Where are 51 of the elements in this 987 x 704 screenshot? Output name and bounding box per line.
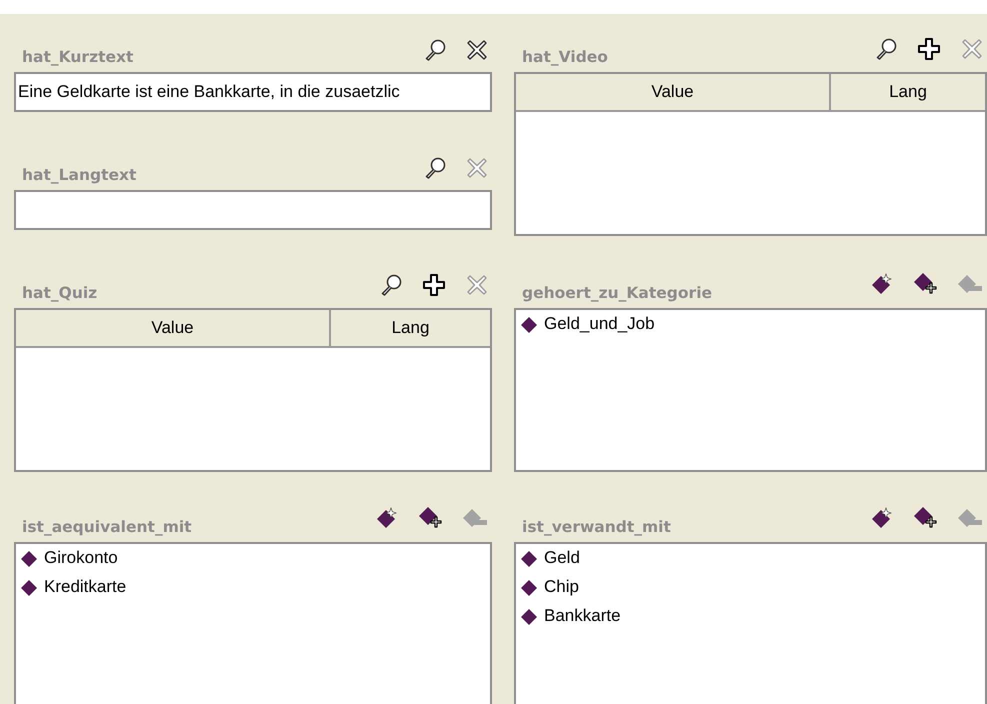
column-header[interactable]: Lang bbox=[831, 74, 985, 110]
diamond-minus-icon bbox=[957, 273, 983, 295]
slot-title: hat_Kurztext bbox=[22, 48, 134, 67]
diamond-icon bbox=[520, 608, 538, 626]
slot-title: gehoert_zu_Kategorie bbox=[522, 284, 712, 303]
diamond-sparkle-button[interactable] bbox=[871, 273, 893, 295]
search-button[interactable] bbox=[424, 157, 446, 179]
text-field[interactable]: Eine Geldkarte ist eine Bankkarte, in die zusaetzlic bbox=[14, 72, 492, 112]
diamond-sparkle-icon bbox=[871, 507, 893, 529]
column-header[interactable]: Lang bbox=[331, 310, 490, 346]
close-icon bbox=[961, 38, 983, 60]
instance-item[interactable]: Geld_und_Job bbox=[544, 315, 655, 334]
slot-title: ist_aequivalent_mit bbox=[22, 518, 192, 537]
slot-title: ist_verwandt_mit bbox=[522, 518, 671, 537]
diamond-sparkle-button[interactable] bbox=[871, 507, 893, 529]
search-icon bbox=[875, 38, 897, 60]
search-button[interactable] bbox=[424, 39, 446, 61]
column-header[interactable]: Value bbox=[516, 74, 831, 110]
close-button[interactable] bbox=[466, 39, 488, 61]
search-button[interactable] bbox=[380, 274, 402, 296]
close-icon bbox=[466, 157, 488, 179]
column-header[interactable]: Value bbox=[16, 310, 331, 346]
instance-item[interactable]: Kreditkarte bbox=[44, 578, 126, 597]
plus-button[interactable] bbox=[422, 273, 446, 297]
plus-icon bbox=[422, 273, 446, 297]
diamond-icon bbox=[20, 578, 38, 596]
diamond-icon bbox=[520, 550, 538, 568]
search-icon bbox=[380, 274, 402, 296]
diamond-sparkle-button[interactable] bbox=[376, 507, 398, 529]
diamond-minus-icon bbox=[957, 507, 983, 529]
diamond-icon bbox=[520, 316, 538, 334]
text-field[interactable] bbox=[14, 190, 492, 230]
plus-button[interactable] bbox=[917, 37, 941, 61]
instance-item[interactable]: Bankkarte bbox=[544, 607, 621, 626]
diamond-icon bbox=[520, 578, 538, 596]
diamond-minus-icon bbox=[462, 507, 488, 529]
close-icon bbox=[466, 39, 488, 61]
search-button[interactable] bbox=[875, 38, 897, 60]
plus-icon bbox=[917, 37, 941, 61]
slot-title: hat_Langtext bbox=[22, 166, 136, 185]
close-icon bbox=[466, 274, 488, 296]
diamond-icon bbox=[20, 550, 38, 568]
diamond-sparkle-icon bbox=[871, 273, 893, 295]
search-icon bbox=[424, 39, 446, 61]
instance-item[interactable]: Geld bbox=[544, 549, 580, 568]
diamond-sparkle-icon bbox=[376, 507, 398, 529]
slot-title: hat_Quiz bbox=[22, 284, 98, 303]
instance-item[interactable]: Girokonto bbox=[44, 549, 118, 568]
instance-item[interactable]: Chip bbox=[544, 578, 579, 597]
slot-title: hat_Video bbox=[522, 48, 608, 67]
search-icon bbox=[424, 157, 446, 179]
